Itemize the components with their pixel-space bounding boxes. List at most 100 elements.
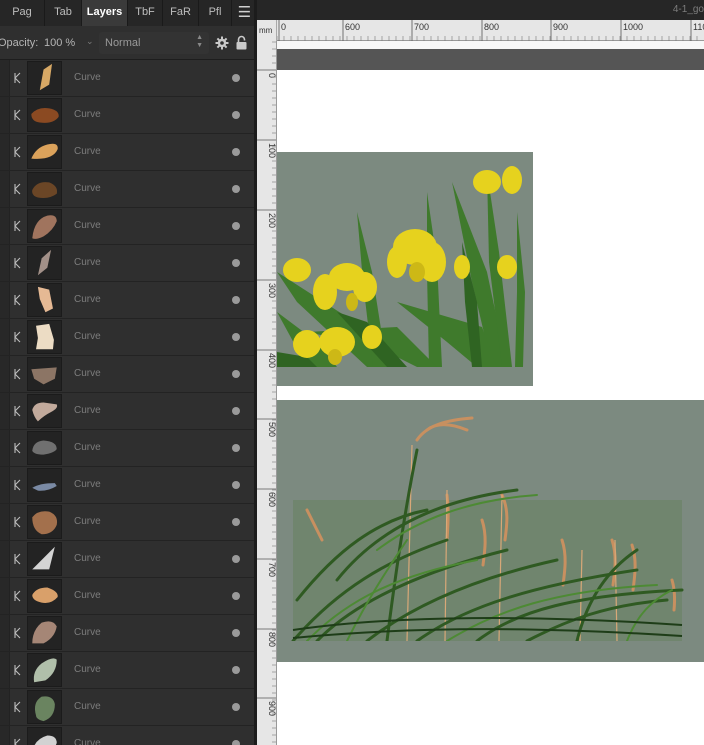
v-ruler-label: 800 — [267, 632, 277, 647]
select-arrows-icon: ▲ ▼ — [196, 34, 203, 49]
visibility-toggle[interactable] — [232, 185, 240, 193]
h-ruler-label: 900 — [553, 22, 568, 32]
layer-shape-preview — [31, 108, 59, 123]
layer-shape-preview — [34, 735, 57, 745]
layer-thumbnail — [27, 61, 62, 95]
tab-table[interactable]: Tab — [45, 0, 82, 26]
layer-name: Curve — [74, 109, 101, 120]
layer-row[interactable]: Curve — [0, 430, 257, 467]
visibility-toggle[interactable] — [232, 148, 240, 156]
layer-row[interactable]: Curve — [0, 245, 257, 282]
dark-banner-shape[interactable] — [277, 49, 704, 70]
layer-row[interactable]: Curve — [0, 282, 257, 319]
visibility-toggle[interactable] — [232, 740, 240, 745]
layer-expand-gutter[interactable] — [0, 319, 10, 355]
visibility-toggle[interactable] — [232, 481, 240, 489]
layer-expand-gutter[interactable] — [0, 393, 10, 429]
h-ruler-label: 1100 — [693, 22, 704, 32]
layer-shape-preview — [32, 483, 57, 491]
layer-shape-preview — [36, 323, 54, 350]
layer-expand-gutter[interactable] — [0, 97, 10, 133]
layer-thumbnail — [27, 394, 62, 428]
layer-shape-preview — [32, 546, 55, 570]
layer-thumbnail — [27, 246, 62, 280]
layer-row[interactable]: Curve — [0, 393, 257, 430]
tab-layers[interactable]: Layers — [82, 0, 128, 26]
layer-expand-gutter[interactable] — [0, 245, 10, 281]
layer-shape-preview — [32, 511, 58, 535]
page-top-band — [277, 41, 704, 49]
layer-row[interactable]: Curve — [0, 97, 257, 134]
layer-expand-gutter[interactable] — [0, 578, 10, 614]
visibility-toggle[interactable] — [232, 111, 240, 119]
layer-expand-gutter[interactable] — [0, 689, 10, 725]
iris-photo[interactable] — [277, 152, 533, 386]
layer-row[interactable]: Curve — [0, 467, 257, 504]
document-canvas[interactable] — [277, 41, 704, 745]
horizontal-ruler[interactable]: 0 600 700 800 900 1000 1100 — [277, 20, 704, 41]
layer-row[interactable]: Curve — [0, 171, 257, 208]
opacity-chevron-icon[interactable]: ⌄ — [86, 36, 94, 47]
layer-row[interactable]: Curve — [0, 319, 257, 356]
ruler-unit-corner[interactable]: mm — [257, 20, 277, 41]
opacity-label: Opacity: — [0, 37, 39, 49]
layer-name: Curve — [74, 516, 101, 527]
layer-expand-gutter[interactable] — [0, 541, 10, 577]
layer-row[interactable]: Curve — [0, 541, 257, 578]
layer-row[interactable]: Curve — [0, 504, 257, 541]
blend-mode-select[interactable]: Normal ▲ ▼ — [99, 32, 209, 54]
v-ruler-label: 400 — [267, 353, 277, 368]
layer-row[interactable]: Curve — [0, 208, 257, 245]
layer-expand-gutter[interactable] — [0, 467, 10, 503]
lock-icon[interactable] — [236, 35, 247, 50]
layer-thumbnail — [27, 172, 62, 206]
visibility-toggle[interactable] — [232, 555, 240, 563]
tab-far[interactable]: FaR — [163, 0, 199, 26]
layer-expand-gutter[interactable] — [0, 60, 10, 96]
curve-tool-icon — [14, 516, 21, 528]
layer-name: Curve — [74, 294, 101, 305]
layer-expand-gutter[interactable] — [0, 134, 10, 170]
gear-icon[interactable] — [215, 36, 229, 50]
visibility-toggle[interactable] — [232, 444, 240, 452]
layer-row[interactable]: Curve — [0, 134, 257, 171]
layer-row[interactable]: Curve — [0, 726, 257, 745]
layer-expand-gutter[interactable] — [0, 430, 10, 466]
layer-expand-gutter[interactable] — [0, 208, 10, 244]
layer-row[interactable]: Curve — [0, 60, 257, 97]
layer-expand-gutter[interactable] — [0, 615, 10, 651]
visibility-toggle[interactable] — [232, 296, 240, 304]
visibility-toggle[interactable] — [232, 518, 240, 526]
layer-expand-gutter[interactable] — [0, 356, 10, 392]
visibility-toggle[interactable] — [232, 666, 240, 674]
tab-pages[interactable]: Pag — [0, 0, 45, 26]
layer-expand-gutter[interactable] — [0, 282, 10, 318]
layer-row[interactable]: Curve — [0, 356, 257, 393]
layer-row[interactable]: Curve — [0, 578, 257, 615]
visibility-toggle[interactable] — [232, 333, 240, 341]
visibility-toggle[interactable] — [232, 629, 240, 637]
layer-row[interactable]: Curve — [0, 689, 257, 726]
layer-expand-gutter[interactable] — [0, 726, 10, 745]
reeds-photo[interactable] — [277, 400, 704, 662]
visibility-toggle[interactable] — [232, 74, 240, 82]
layer-expand-gutter[interactable] — [0, 652, 10, 688]
curve-tool-icon — [14, 220, 21, 232]
opacity-input[interactable]: 100 % — [44, 37, 75, 49]
layer-row[interactable]: Curve — [0, 615, 257, 652]
v-ruler-label: 600 — [267, 492, 277, 507]
visibility-toggle[interactable] — [232, 259, 240, 267]
visibility-toggle[interactable] — [232, 703, 240, 711]
visibility-toggle[interactable] — [232, 592, 240, 600]
layer-row[interactable]: Curve — [0, 652, 257, 689]
panel-tab-bar: Pag Tab Layers TbF FaR Pfl ☰ — [0, 0, 257, 26]
visibility-toggle[interactable] — [232, 222, 240, 230]
visibility-toggle[interactable] — [232, 370, 240, 378]
layer-expand-gutter[interactable] — [0, 171, 10, 207]
visibility-toggle[interactable] — [232, 407, 240, 415]
curve-tool-icon — [14, 701, 21, 713]
layer-expand-gutter[interactable] — [0, 504, 10, 540]
vertical-ruler[interactable]: 0 100 200 300 400 500 600 700 800 900 — [257, 41, 277, 745]
tab-tbf[interactable]: TbF — [128, 0, 163, 26]
tab-pfl[interactable]: Pfl — [199, 0, 232, 26]
